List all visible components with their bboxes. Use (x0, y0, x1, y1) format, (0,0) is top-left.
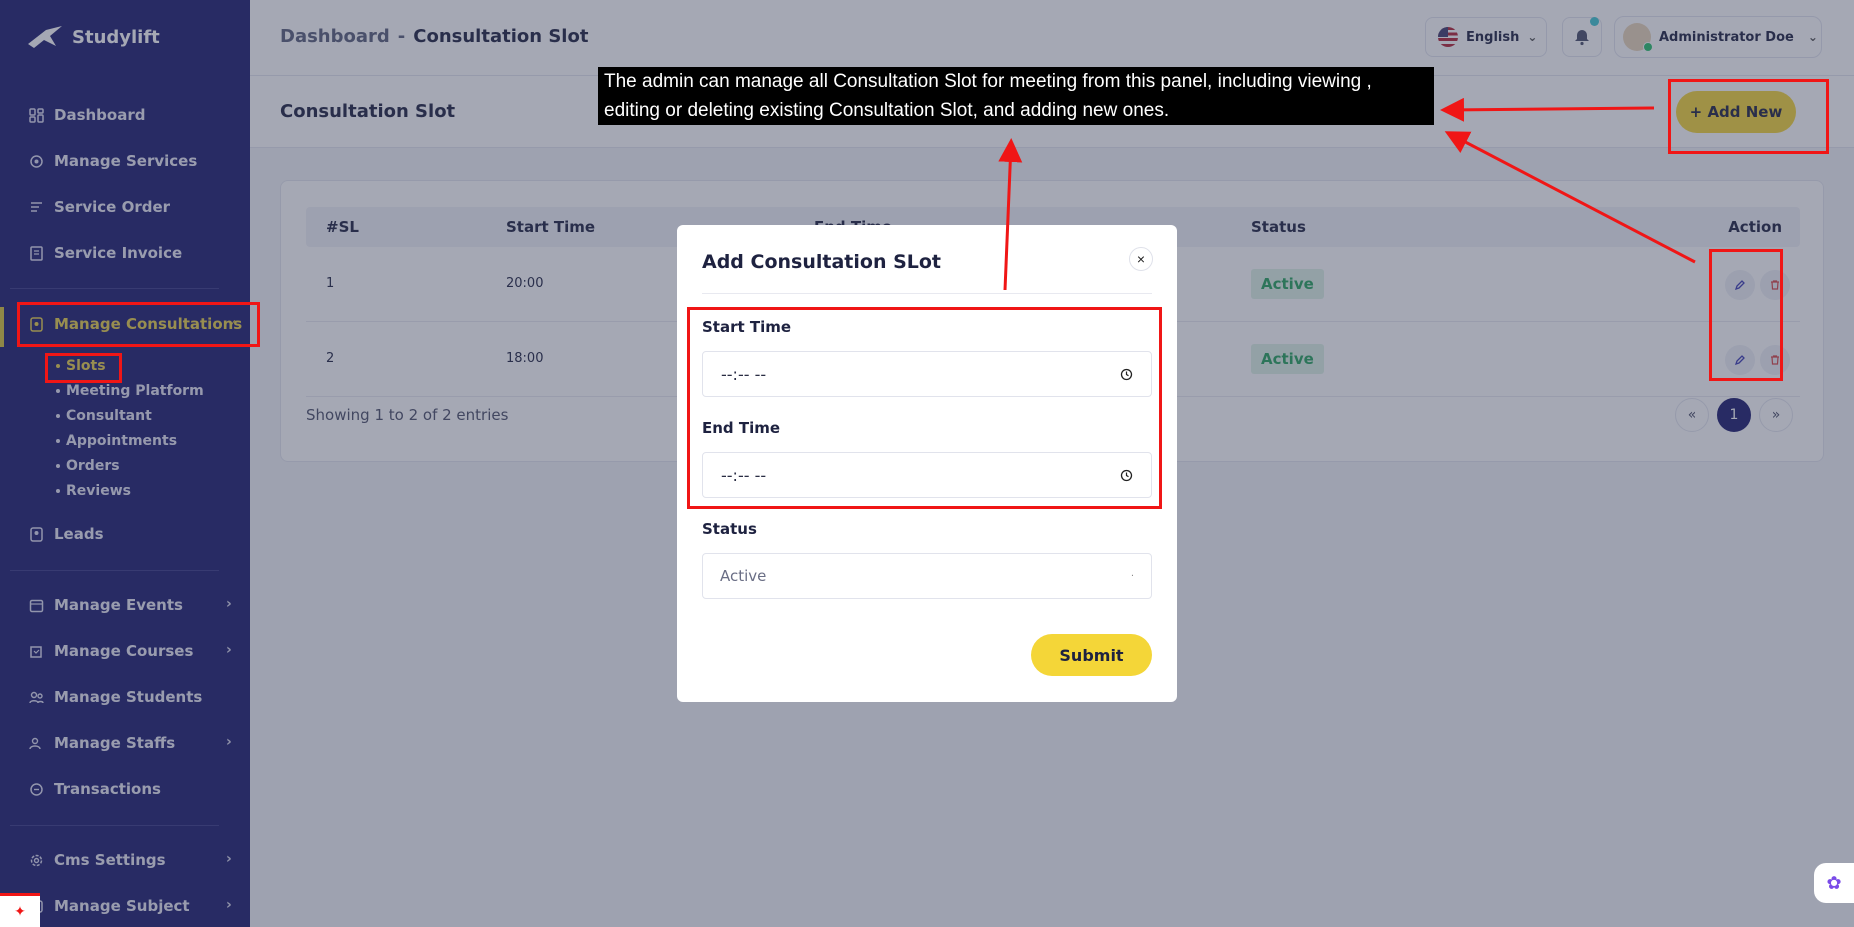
brain-icon: ✿ (1826, 872, 1842, 894)
arrow-from-modal (998, 138, 1023, 291)
arrow-from-add-new (1440, 97, 1655, 122)
assistant-button[interactable]: ✿ (1814, 863, 1854, 903)
annotation-arrows (998, 97, 1696, 291)
framework-logo-icon: ✦ (0, 893, 40, 927)
arrow-from-actions (1444, 131, 1696, 264)
